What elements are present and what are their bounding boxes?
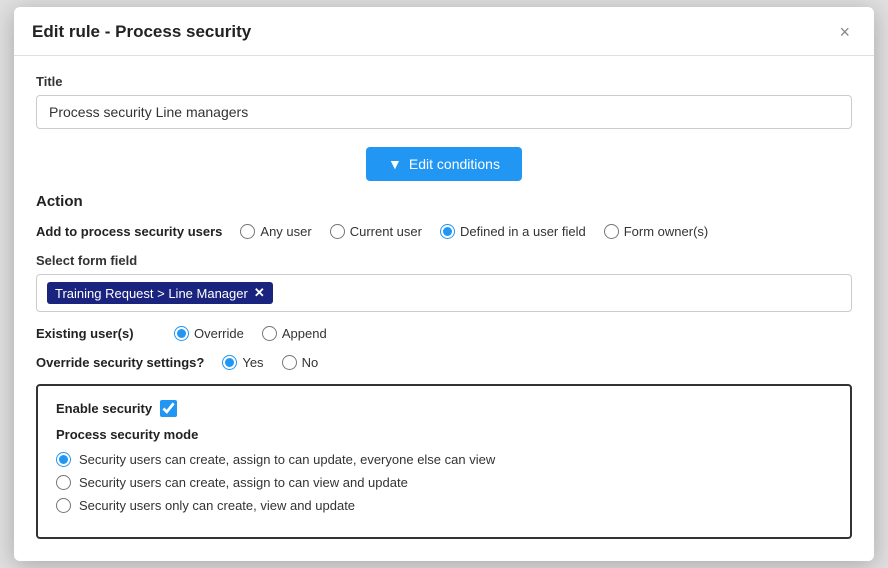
form-owners-label: Form owner(s) (624, 224, 709, 239)
close-button[interactable]: × (833, 21, 856, 43)
radio-defined-in-user-field[interactable]: Defined in a user field (440, 224, 586, 239)
radio-defined-in-user-field-input[interactable] (440, 224, 455, 239)
radio-mode3-input[interactable] (56, 498, 71, 513)
enable-security-row: Enable security (56, 400, 832, 417)
no-label: No (302, 355, 319, 370)
existing-users-row: Existing user(s) Override Append (36, 326, 852, 341)
form-field-tag: Training Request > Line Manager ✕ (47, 282, 273, 304)
radio-override[interactable]: Override (174, 326, 244, 341)
override-security-label: Override security settings? (36, 355, 204, 370)
radio-yes-input[interactable] (222, 355, 237, 370)
radio-append-input[interactable] (262, 326, 277, 341)
radio-form-owners[interactable]: Form owner(s) (604, 224, 709, 239)
radio-yes[interactable]: Yes (222, 355, 263, 370)
override-label: Override (194, 326, 244, 341)
mode3-label: Security users only can create, view and… (79, 498, 355, 513)
radio-no[interactable]: No (282, 355, 319, 370)
radio-no-input[interactable] (282, 355, 297, 370)
edit-conditions-row: ▼ Edit conditions (36, 147, 852, 181)
edit-conditions-label: Edit conditions (409, 156, 500, 172)
title-label: Title (36, 74, 852, 89)
enable-security-label: Enable security (56, 401, 152, 416)
append-label: Append (282, 326, 327, 341)
radio-override-input[interactable] (174, 326, 189, 341)
action-label: Action (36, 193, 852, 210)
modal-header: Edit rule - Process security × (14, 7, 874, 56)
tag-close-icon[interactable]: ✕ (254, 285, 265, 301)
process-mode-label: Process security mode (56, 427, 832, 442)
radio-any-user-input[interactable] (240, 224, 255, 239)
current-user-label: Current user (350, 224, 422, 239)
defined-in-user-field-label: Defined in a user field (460, 224, 586, 239)
radio-append[interactable]: Append (262, 326, 327, 341)
filter-icon: ▼ (388, 156, 402, 172)
enable-security-checkbox[interactable] (160, 400, 177, 417)
radio-mode2[interactable]: Security users can create, assign to can… (56, 475, 832, 490)
radio-mode1-input[interactable] (56, 452, 71, 467)
add-to-process-row: Add to process security users Any user C… (36, 224, 852, 239)
select-form-field-input[interactable]: Training Request > Line Manager ✕ (36, 274, 852, 312)
tag-value: Training Request > Line Manager (55, 286, 248, 301)
edit-conditions-button[interactable]: ▼ Edit conditions (366, 147, 522, 181)
existing-users-label: Existing user(s) (36, 326, 156, 341)
edit-rule-modal: Edit rule - Process security × Title ▼ E… (14, 7, 874, 561)
select-form-field-label: Select form field (36, 253, 852, 268)
security-box: Enable security Process security mode Se… (36, 384, 852, 539)
modal-title: Edit rule - Process security (32, 22, 251, 42)
title-input[interactable] (36, 95, 852, 129)
radio-any-user[interactable]: Any user (240, 224, 311, 239)
radio-mode1[interactable]: Security users can create, assign to can… (56, 452, 832, 467)
radio-mode3[interactable]: Security users only can create, view and… (56, 498, 832, 513)
radio-form-owners-input[interactable] (604, 224, 619, 239)
mode2-label: Security users can create, assign to can… (79, 475, 408, 490)
override-security-row: Override security settings? Yes No (36, 355, 852, 370)
any-user-label: Any user (260, 224, 311, 239)
add-to-process-label: Add to process security users (36, 224, 222, 239)
yes-label: Yes (242, 355, 263, 370)
radio-current-user[interactable]: Current user (330, 224, 422, 239)
radio-current-user-input[interactable] (330, 224, 345, 239)
mode1-label: Security users can create, assign to can… (79, 452, 495, 467)
modal-body: Title ▼ Edit conditions Action Add to pr… (14, 56, 874, 561)
radio-mode2-input[interactable] (56, 475, 71, 490)
